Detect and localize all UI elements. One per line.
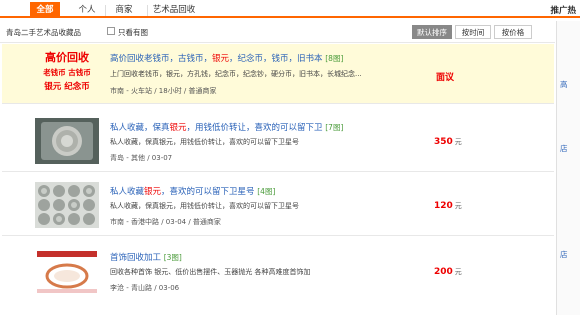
tab-all[interactable]: 全部 [30, 2, 60, 18]
tab-personal[interactable]: 个人 [72, 3, 102, 18]
title-text: ，用钱低价转让，喜欢的可以留下卫 [186, 123, 323, 133]
price-unit: 元 [454, 138, 462, 146]
sort-price-button[interactable]: 按价格 [494, 25, 532, 39]
listing-description: 回收各种首饰 银元、低价出售摆件、玉器抛光 各种高难度首饰加 [110, 268, 311, 276]
right-sidebar: 高 店 店 [556, 21, 580, 315]
listing-row[interactable]: 私人收藏，保真银元，用钱低价转让，喜欢的可以留下卫 [7图] 私人收藏，保真银元… [2, 112, 554, 172]
sidebar-link[interactable]: 店 [560, 143, 568, 154]
coin-photo-icon [35, 118, 99, 164]
image-only-checkbox[interactable] [107, 27, 115, 35]
title-text: ，喜欢的可以留下卫星号 [161, 187, 255, 197]
listing-price: 200 元 [434, 267, 462, 277]
listing-meta: 市南 - 香港中路 / 03-04 / 普通商家 [110, 218, 221, 226]
thumb-text-line: 银元 纪念币 [44, 82, 90, 92]
price-value: 120 [434, 201, 453, 211]
listing-thumbnail[interactable] [35, 182, 99, 228]
title-highlight: 银元 [212, 54, 230, 64]
listing-title[interactable]: 私人收藏银元，喜欢的可以留下卫星号 [4图] [110, 185, 275, 197]
title-highlight: 银元 [169, 123, 187, 133]
title-text: 高价回收老钱币，古钱币， [110, 54, 213, 64]
title-highlight: 银元 [144, 187, 162, 197]
filter-bar: 青岛二手艺术品收藏品 只看有图 默认排序 按时间 按价格 [0, 21, 555, 43]
listing-row[interactable]: 私人收藏银元，喜欢的可以留下卫星号 [4图] 私人收藏，保真银元，用钱低价转让，… [2, 176, 554, 236]
listing-thumbnail[interactable]: 高价回收 老钱币 古钱币 银元 纪念币 [35, 51, 99, 97]
price-value: 200 [434, 267, 453, 277]
listing-price: 面议 [436, 70, 454, 83]
title-text: 私人收藏，保真 [110, 123, 170, 133]
tab-divider [105, 5, 106, 16]
jewelry-photo-icon [35, 249, 99, 295]
sidebar-link[interactable]: 高 [560, 79, 568, 90]
listing-description: 上门回收老钱币，银元，方孔钱，纪念币，纪念钞，硬分币，旧书本，长城纪念... [110, 70, 362, 78]
coin-tray-icon [35, 182, 99, 228]
sidebar-link[interactable]: 店 [560, 249, 568, 260]
tab-merchant[interactable]: 商家 [108, 3, 140, 18]
category-tab-bar: 全部 个人 商家 艺术品回收 推广热 [0, 0, 580, 18]
listing-title[interactable]: 高价回收老钱币，古钱币，银元，纪念币，钱币，旧书本 [8图] [110, 52, 343, 64]
listing-price: 120 元 [434, 201, 462, 211]
category-label: 青岛二手艺术品收藏品 [6, 28, 81, 37]
tab-divider [147, 5, 148, 16]
promo-label[interactable]: 推广热 [550, 4, 576, 16]
listing-row[interactable]: 高价回收 老钱币 古钱币 银元 纪念币 高价回收老钱币，古钱币，银元，纪念币，钱… [2, 44, 554, 104]
listing-thumbnail[interactable] [35, 249, 99, 295]
listing-title[interactable]: 首饰回收加工 [3图] [110, 251, 182, 263]
title-text: 首饰回收加工 [110, 253, 162, 263]
price-unit: 元 [454, 268, 462, 276]
image-count: [8图] [325, 54, 344, 63]
image-only-label[interactable]: 只看有图 [118, 27, 148, 38]
listing-description: 私人收藏，保真银元，用钱低价转让，喜欢的可以留下卫星号 [110, 138, 299, 146]
image-count: [7图] [325, 123, 344, 132]
title-text: 私人收藏 [110, 187, 145, 197]
title-text: ，纪念币，钱币，旧书本 [229, 54, 323, 64]
tab-art-recycling[interactable]: 艺术品回收 [150, 3, 198, 18]
listing-price: 350 元 [434, 137, 462, 147]
sort-default-button[interactable]: 默认排序 [412, 25, 452, 39]
thumb-text-line: 高价回收 [45, 51, 89, 64]
listing-meta: 李沧 - 青山路 / 03-06 [110, 284, 180, 292]
listing-row[interactable]: 首饰回收加工 [3图] 回收各种首饰 银元、低价出售摆件、玉器抛光 各种高难度首… [2, 242, 554, 302]
thumb-text-line: 老钱币 古钱币 [43, 68, 91, 77]
image-count: [4图] [257, 187, 276, 196]
listing-meta: 青岛 - 其他 / 03-07 [110, 154, 173, 162]
price-value: 350 [434, 137, 453, 147]
price-value: 面议 [436, 73, 455, 83]
listing-title[interactable]: 私人收藏，保真银元，用钱低价转让，喜欢的可以留下卫 [7图] [110, 121, 343, 133]
listing-meta: 市南 - 火车站 / 18小时 / 普通商家 [110, 87, 217, 95]
image-count: [3图] [163, 253, 182, 262]
price-unit: 元 [454, 202, 462, 210]
listing-description: 私人收藏，保真银元，用钱低价转让，喜欢的可以留下卫星号 [110, 202, 299, 210]
listing-thumbnail[interactable] [35, 118, 99, 164]
sort-time-button[interactable]: 按时间 [455, 25, 491, 39]
